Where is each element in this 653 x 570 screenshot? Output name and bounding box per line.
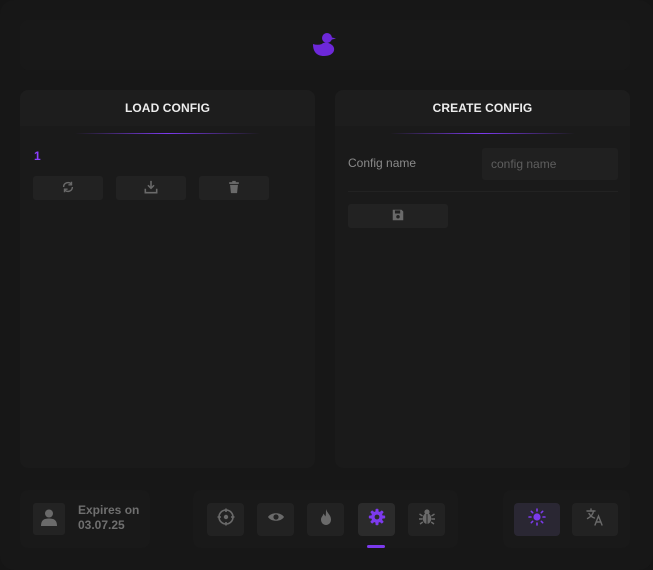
download-icon: [144, 180, 158, 197]
trash-icon: [227, 180, 241, 197]
tab-debug[interactable]: [408, 503, 445, 536]
eye-icon: [267, 508, 285, 531]
bottom-nav: [193, 490, 458, 548]
load-config-panel: LOAD CONFIG 1: [20, 90, 315, 468]
save-config-button[interactable]: [348, 204, 448, 228]
duck-icon: [310, 30, 340, 60]
title-underline: [75, 133, 260, 134]
title-underline: [390, 133, 575, 134]
load-config-title: LOAD CONFIG: [20, 90, 315, 126]
user-info: Expires on 03.07.25: [20, 490, 150, 548]
refresh-button[interactable]: [33, 176, 103, 200]
avatar: [33, 503, 65, 535]
bug-icon: [418, 508, 436, 531]
user-icon: [39, 507, 59, 532]
divider: [348, 191, 618, 192]
gear-icon: [368, 508, 386, 531]
create-config-title: CREATE CONFIG: [335, 90, 630, 126]
delete-button[interactable]: [199, 176, 269, 200]
crosshair-icon: [217, 508, 235, 531]
utility-bar: [503, 490, 630, 548]
create-config-panel: CREATE CONFIG Config name: [335, 90, 630, 468]
theme-toggle-button[interactable]: [514, 503, 560, 536]
floppy-icon: [391, 208, 405, 225]
refresh-icon: [61, 180, 75, 197]
tab-aim[interactable]: [207, 503, 244, 536]
load-button[interactable]: [116, 176, 186, 200]
config-list-item[interactable]: 1: [34, 149, 41, 163]
config-name-input[interactable]: [482, 148, 618, 180]
config-name-label: Config name: [348, 156, 417, 170]
flame-icon: [317, 508, 335, 531]
tab-fire[interactable]: [307, 503, 344, 536]
active-tab-indicator: [367, 545, 385, 548]
translate-icon: [586, 508, 604, 531]
tab-settings[interactable]: [358, 503, 395, 536]
expires-label: Expires on: [78, 503, 140, 517]
tab-visuals[interactable]: [257, 503, 294, 536]
main-window: LOAD CONFIG 1 CREATE CONFIG Config name: [0, 0, 653, 570]
sun-icon: [528, 508, 546, 531]
expires-date: 03.07.25: [78, 518, 125, 532]
language-button[interactable]: [572, 503, 618, 536]
